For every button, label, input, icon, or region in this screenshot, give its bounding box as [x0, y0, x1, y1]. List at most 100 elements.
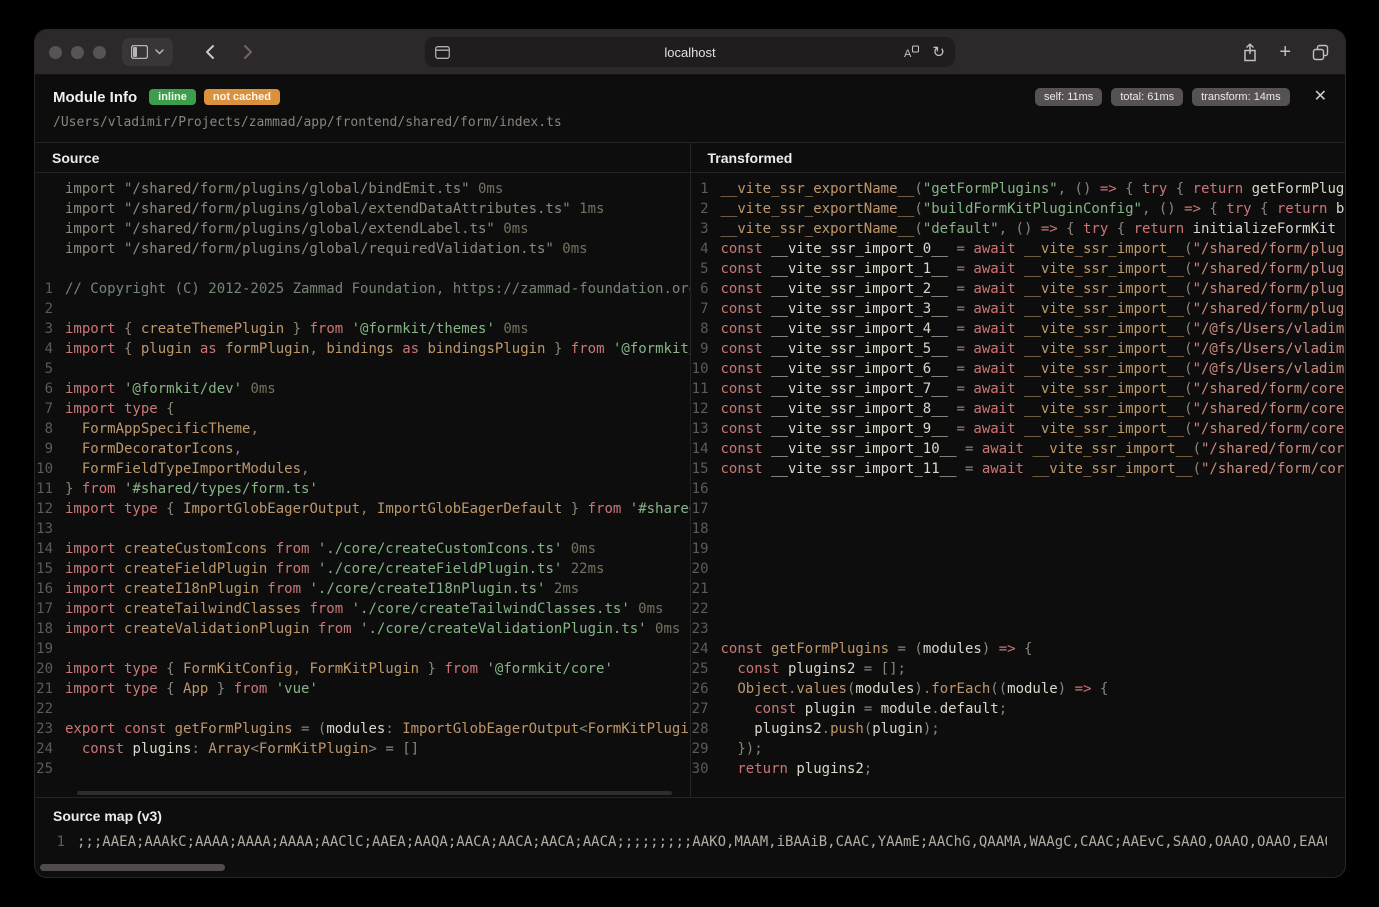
url-text[interactable]: localhost	[425, 45, 955, 60]
code-line: 15const __vite_ssr_import_11__ = await _…	[691, 459, 1346, 479]
line-number: 13	[691, 419, 721, 439]
line-number: 9	[35, 439, 65, 459]
horizontal-scrollbar-thumb[interactable]	[40, 864, 225, 871]
code-line: 14import createCustomIcons from './core/…	[35, 539, 690, 559]
code-line: 13	[35, 519, 690, 539]
not-cached-badge: not cached	[204, 89, 280, 105]
line-number: 29	[691, 739, 721, 759]
line-number: 12	[691, 399, 721, 419]
line-number: 2	[35, 299, 65, 319]
code-line: 23	[691, 619, 1346, 639]
code-line: 8 FormAppSpecificTheme,	[35, 419, 690, 439]
code-line: 12const __vite_ssr_import_8__ = await __…	[691, 399, 1346, 419]
tab-overview-button[interactable]	[1312, 44, 1329, 61]
line-number: 4	[35, 339, 65, 359]
tab-overview-icon	[1312, 44, 1329, 61]
line-number: 7	[691, 299, 721, 319]
code-line: 25	[35, 759, 690, 779]
line-number: 10	[35, 459, 65, 479]
share-button[interactable]	[1242, 43, 1258, 62]
line-number	[35, 179, 65, 199]
sidebar-icon	[131, 45, 148, 59]
code-line: 5	[35, 359, 690, 379]
back-button[interactable]	[195, 37, 225, 67]
new-tab-button[interactable]: +	[1279, 42, 1291, 62]
code-line: 12import type { ImportGlobEagerOutput, I…	[35, 499, 690, 519]
refresh-icon[interactable]: ↻	[932, 45, 945, 60]
code-line: 25 const plugins2 = [];	[691, 659, 1346, 679]
source-code-viewer[interactable]: import "/shared/form/plugins/global/bind…	[35, 173, 690, 797]
svg-text:A: A	[904, 48, 912, 59]
code-line: 13const __vite_ssr_import_9__ = await __…	[691, 419, 1346, 439]
code-line: import "/shared/form/plugins/global/exte…	[35, 219, 690, 239]
line-number: 5	[691, 259, 721, 279]
code-line: 27 const plugin = module.default;	[691, 699, 1346, 719]
translate-icon[interactable]: A	[903, 45, 919, 59]
line-number	[35, 199, 65, 219]
code-line: 1// Copyright (C) 2012-2025 Zammad Found…	[35, 279, 690, 299]
code-line: 29 });	[691, 739, 1346, 759]
code-line: 10const __vite_ssr_import_6__ = await __…	[691, 359, 1346, 379]
code-line: 17import createTailwindClasses from './c…	[35, 599, 690, 619]
line-number: 7	[35, 399, 65, 419]
code-line: 1__vite_ssr_exportName__("getFormPlugins…	[691, 179, 1346, 199]
close-icon[interactable]: ✕	[1314, 89, 1327, 105]
module-path: /Users/vladimir/Projects/zammad/app/fron…	[53, 115, 1327, 130]
code-line	[35, 259, 690, 279]
line-number: 26	[691, 679, 721, 699]
code-line: 9 FormDecoratorIcons,	[35, 439, 690, 459]
code-line: 4import { plugin as formPlugin, bindings…	[35, 339, 690, 359]
line-number: 24	[35, 739, 65, 759]
line-number: 6	[691, 279, 721, 299]
window-zoom-button[interactable]	[93, 46, 106, 59]
code-line: 21	[691, 579, 1346, 599]
line-number: 16	[691, 479, 721, 499]
sidebar-toggle-button[interactable]	[122, 38, 173, 66]
code-line: 7import type {	[35, 399, 690, 419]
line-number: 1	[35, 279, 65, 299]
chevron-down-icon	[155, 49, 164, 55]
code-line: 6import '@formkit/dev' 0ms	[35, 379, 690, 399]
line-number: 3	[691, 219, 721, 239]
code-line: 22	[35, 699, 690, 719]
code-line: 28 plugins2.push(plugin);	[691, 719, 1346, 739]
line-number: 4	[691, 239, 721, 259]
line-number: 11	[35, 479, 65, 499]
code-line: 6const __vite_ssr_import_2__ = await __v…	[691, 279, 1346, 299]
pane-horizontal-scrollbar-thumb[interactable]	[77, 791, 672, 795]
line-number: 1	[691, 179, 721, 199]
forward-button[interactable]	[233, 37, 263, 67]
chevron-left-icon	[205, 44, 215, 60]
source-pane-title: Source	[35, 143, 690, 173]
code-line: 24const getFormPlugins = (modules) => {	[691, 639, 1346, 659]
code-line: 7const __vite_ssr_import_3__ = await __v…	[691, 299, 1346, 319]
address-bar[interactable]: localhost A ↻	[425, 37, 955, 67]
timing-self-badge: self: 11ms	[1035, 88, 1102, 106]
transformed-code-viewer[interactable]: 1__vite_ssr_exportName__("getFormPlugins…	[691, 173, 1346, 797]
line-number: 23	[35, 719, 65, 739]
code-line: 26 Object.values(modules).forEach((modul…	[691, 679, 1346, 699]
line-number: 30	[691, 759, 721, 779]
code-line: 20	[691, 559, 1346, 579]
line-number: 3	[35, 319, 65, 339]
timing-transform-badge: transform: 14ms	[1192, 88, 1289, 106]
window-close-button[interactable]	[49, 46, 62, 59]
code-line: import "/shared/form/plugins/global/requ…	[35, 239, 690, 259]
code-line: 3import { createThemePlugin } from '@for…	[35, 319, 690, 339]
code-line: 24 const plugins: Array<FormKitPlugin> =…	[35, 739, 690, 759]
plus-icon: +	[1279, 42, 1291, 62]
window-minimize-button[interactable]	[71, 46, 84, 59]
code-line: 11} from '#shared/types/form.ts'	[35, 479, 690, 499]
browser-toolbar: localhost A ↻	[35, 30, 1345, 75]
code-line: 10 FormFieldTypeImportModules,	[35, 459, 690, 479]
sourcemap-line: 1 ;;;AAEA;AAAkC;AAAA;AAAA;AAAA;AAClC;AAE…	[53, 833, 1327, 851]
line-number: 22	[691, 599, 721, 619]
line-number: 21	[35, 679, 65, 699]
code-line: 19	[691, 539, 1346, 559]
code-line: 23export const getFormPlugins = (modules…	[35, 719, 690, 739]
code-line: 16	[691, 479, 1346, 499]
code-line: 14const __vite_ssr_import_10__ = await _…	[691, 439, 1346, 459]
line-number: 22	[35, 699, 65, 719]
code-line: 11const __vite_ssr_import_7__ = await __…	[691, 379, 1346, 399]
sourcemap-mappings: ;;;AAEA;AAAkC;AAAA;AAAA;AAAA;AAClC;AAEA;…	[77, 833, 1327, 851]
